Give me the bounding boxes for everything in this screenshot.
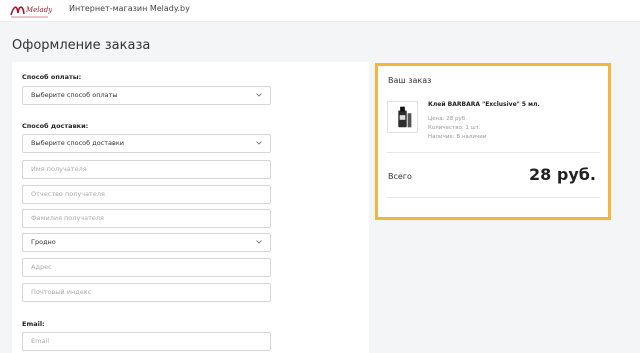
divider xyxy=(387,197,600,198)
postal-code-input[interactable]: Почтовый индекс xyxy=(22,283,271,302)
total-value: 28 руб. xyxy=(529,165,596,184)
page-title: Оформление заказа xyxy=(12,38,151,53)
recipient-name-input[interactable]: Имя получателя xyxy=(22,160,271,179)
delivery-method-label: Способ доставки: xyxy=(22,122,89,130)
site-header: Melady Интернет-магазин Melady.by xyxy=(0,0,640,22)
payment-method-value: Выберите способ оплаты xyxy=(31,91,118,99)
chevron-down-icon xyxy=(256,141,262,145)
recipient-patronymic-input[interactable]: Отчество получателя xyxy=(22,185,271,204)
email-input[interactable]: Email xyxy=(22,332,271,351)
product-quantity: Количество: 1 шт. xyxy=(428,125,481,131)
product-image[interactable] xyxy=(387,101,418,133)
total-label: Всего xyxy=(388,172,412,181)
order-summary: Ваш заказ Клей BARBARA "Exclusive" 5 мл.… xyxy=(375,63,611,220)
melady-logo[interactable]: Melady xyxy=(8,1,52,19)
logo-text: Melady xyxy=(25,6,52,14)
address-input[interactable]: Адрес xyxy=(22,258,271,277)
delivery-method-value: Выберите способ доставки xyxy=(31,139,125,147)
city-select[interactable]: Гродно xyxy=(22,233,271,252)
divider xyxy=(387,152,600,153)
site-title[interactable]: Интернет-магазин Melady.by xyxy=(69,4,190,13)
city-value: Гродно xyxy=(31,238,56,246)
product-name-link[interactable]: Клей BARBARA "Exclusive" 5 мл. xyxy=(428,101,540,108)
email-label: Email: xyxy=(22,320,45,328)
product-availability: Наличие: В наличии xyxy=(428,134,487,140)
product-price: Цена: 28 руб. xyxy=(428,116,467,122)
payment-method-label: Способ оплаты: xyxy=(22,73,82,81)
recipient-surname-input[interactable]: Фамилия получателя xyxy=(22,209,271,228)
delivery-method-select[interactable]: Выберите способ доставки xyxy=(22,134,271,153)
chevron-down-icon xyxy=(256,93,262,97)
payment-method-select[interactable]: Выберите способ оплаты xyxy=(22,86,271,105)
checkout-form: Способ оплаты: Выберите способ оплаты Сп… xyxy=(12,62,369,353)
chevron-down-icon xyxy=(256,240,262,244)
order-summary-title: Ваш заказ xyxy=(388,76,432,85)
